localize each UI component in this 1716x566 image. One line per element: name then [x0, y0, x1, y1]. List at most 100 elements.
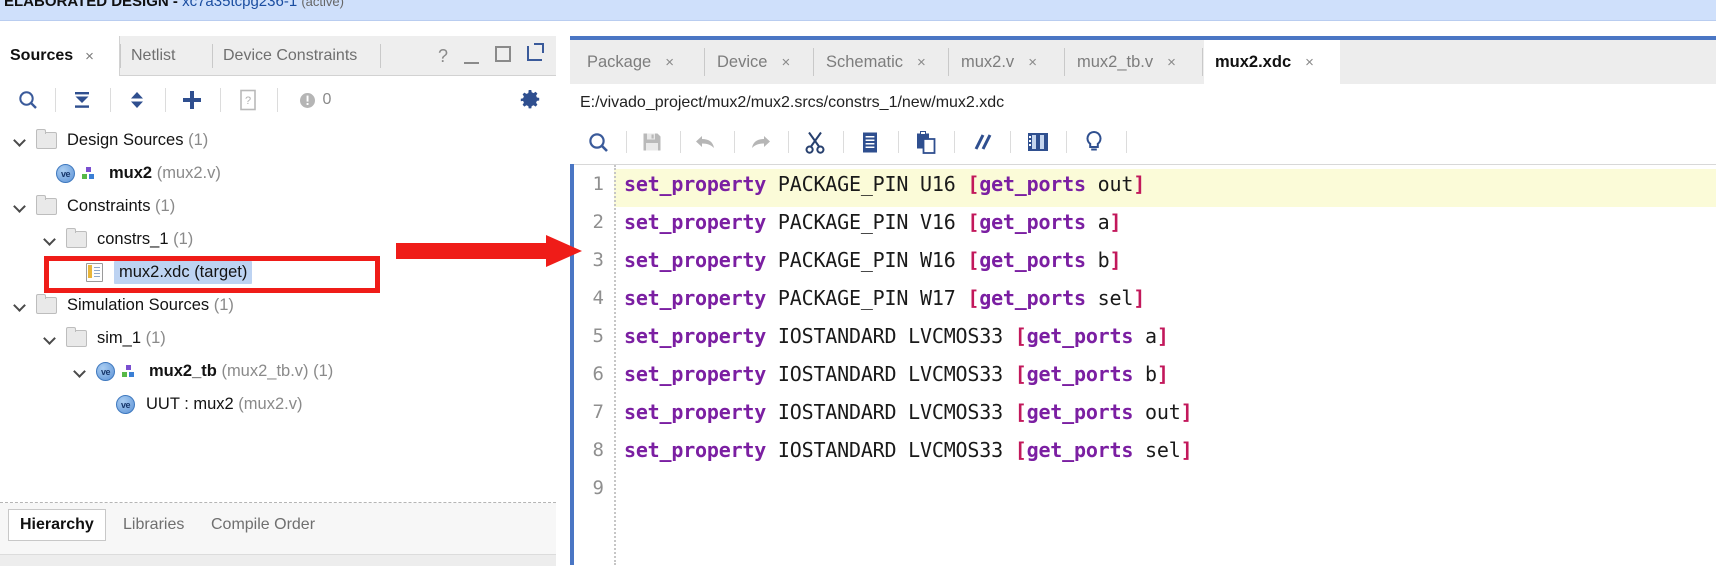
panel-splitter[interactable] — [556, 36, 570, 565]
copy-icon[interactable] — [850, 120, 890, 164]
close-icon[interactable]: × — [917, 54, 926, 71]
sources-tree[interactable]: Design Sources (1) ve mux2 (mux2.v) Cons… — [0, 124, 556, 504]
chevron-down-icon[interactable] — [44, 234, 56, 246]
tree-row-uut[interactable]: ve UUT : mux2 (mux2.v) — [0, 388, 556, 421]
close-icon[interactable]: × — [1305, 54, 1314, 71]
tab-libraries[interactable]: Libraries — [112, 509, 195, 541]
annotation-arrow — [396, 232, 584, 272]
tree-label: mux2_tb (mux2_tb.v) (1) — [149, 362, 334, 380]
sources-bottom-tabs: Hierarchy Libraries Compile Order — [0, 503, 556, 566]
code-line[interactable]: set_property IOSTANDARD LVCMOS33 [get_po… — [624, 324, 1169, 348]
chevron-down-icon[interactable] — [14, 201, 26, 213]
tab-compile-order[interactable]: Compile Order — [200, 509, 326, 541]
tree-label: mux2 (mux2.v) — [109, 164, 221, 182]
comment-icon[interactable] — [962, 120, 1002, 164]
folder-icon — [36, 129, 57, 149]
code-line[interactable]: set_property PACKAGE_PIN W17 [get_ports … — [624, 286, 1145, 310]
tab-mux2-v[interactable]: mux2.v × — [950, 40, 1048, 84]
tab-mux2-xdc-label: mux2.xdc — [1215, 52, 1292, 71]
elaborated-design-banner: ELABORATED DESIGN - xc7a35tcpg236-1 (act… — [0, 0, 1716, 21]
cut-icon[interactable] — [795, 120, 835, 164]
tree-label: Constraints (1) — [67, 197, 176, 215]
tree-row-mux2-tb[interactable]: ve mux2_tb (mux2_tb.v) (1) — [0, 355, 556, 388]
settings-gear-icon[interactable] — [512, 76, 548, 124]
folder-icon — [66, 327, 87, 347]
banner-title: ELABORATED DESIGN — [4, 0, 169, 10]
tab-schematic-label: Schematic — [826, 52, 904, 71]
maximize-icon[interactable] — [495, 45, 511, 67]
tab-netlist-label: Netlist — [131, 47, 176, 64]
chevron-down-icon[interactable] — [14, 135, 26, 147]
tab-hierarchy[interactable]: Hierarchy — [8, 509, 106, 541]
code-line[interactable]: set_property PACKAGE_PIN V16 [get_ports … — [624, 210, 1122, 234]
code-line[interactable]: set_property IOSTANDARD LVCMOS33 [get_po… — [624, 400, 1193, 424]
code-line[interactable]: set_property PACKAGE_PIN W16 [get_ports … — [624, 248, 1122, 272]
tab-device-constraints[interactable]: Device Constraints — [213, 36, 367, 76]
save-icon[interactable] — [632, 120, 672, 164]
editor-toolbar — [570, 120, 1716, 164]
line-number: 2 — [592, 211, 604, 233]
tab-sources-label: Sources — [10, 47, 74, 64]
module-hierarchy-icon — [82, 167, 96, 180]
banner-dash: - — [168, 0, 183, 10]
folder-icon — [36, 294, 57, 314]
tab-sources[interactable]: Sources × — [0, 36, 120, 76]
folder-icon — [66, 228, 87, 248]
tree-row-design-sources[interactable]: Design Sources (1) — [0, 124, 556, 157]
module-hierarchy-icon — [122, 365, 136, 378]
help-icon[interactable]: ? — [438, 46, 448, 67]
close-icon[interactable]: × — [665, 54, 674, 71]
code-line[interactable]: set_property PACKAGE_PIN U16 [get_ports … — [624, 172, 1145, 196]
minimize-icon[interactable] — [464, 47, 479, 65]
tab-device[interactable]: Device × — [706, 40, 801, 84]
code-line[interactable]: set_property IOSTANDARD LVCMOS33 [get_po… — [624, 362, 1169, 386]
float-icon[interactable] — [527, 43, 544, 66]
line-number: 8 — [592, 439, 604, 461]
svg-text:?: ? — [245, 95, 251, 107]
bulb-icon[interactable] — [1074, 120, 1114, 164]
tree-label: constrs_1 (1) — [97, 230, 194, 248]
close-icon[interactable]: × — [85, 48, 94, 65]
chevron-down-icon[interactable] — [74, 366, 86, 378]
collapse-all-icon[interactable] — [62, 76, 102, 124]
tab-mux2-xdc[interactable]: mux2.xdc × — [1204, 40, 1340, 84]
close-icon[interactable]: × — [1167, 54, 1176, 71]
redo-icon[interactable] — [740, 120, 780, 164]
code-line[interactable]: set_property IOSTANDARD LVCMOS33 [get_po… — [624, 438, 1193, 462]
tab-package[interactable]: Package × — [576, 40, 685, 84]
close-icon[interactable]: × — [1028, 54, 1037, 71]
editor-tabbar: Package × Device × Schematic × mux2.v × … — [570, 40, 1716, 84]
expand-collapse-icon[interactable] — [117, 76, 157, 124]
tree-row-simulation-sources[interactable]: Simulation Sources (1) — [0, 289, 556, 322]
message-count-icon[interactable]: 0 — [286, 76, 344, 124]
tab-netlist[interactable]: Netlist — [121, 36, 185, 76]
tree-label: UUT : mux2 (mux2.v) — [146, 395, 303, 413]
close-icon[interactable]: × — [781, 54, 790, 71]
line-number: 9 — [592, 477, 604, 499]
tree-row-sim-1[interactable]: sim_1 (1) — [0, 322, 556, 355]
tab-mux2-tb-v-label: mux2_tb.v — [1077, 52, 1154, 71]
search-icon[interactable] — [8, 76, 48, 124]
tab-compile-order-label: Compile Order — [211, 516, 316, 533]
unknown-file-icon[interactable]: ? — [228, 76, 268, 124]
code-editor[interactable]: 1 2 3 4 5 6 7 8 9 set_property PACKAGE_P… — [574, 165, 1716, 565]
indent-icon[interactable] — [1018, 120, 1058, 164]
paste-icon[interactable] — [906, 120, 946, 164]
tree-row-constraints[interactable]: Constraints (1) — [0, 190, 556, 223]
line-number: 6 — [592, 363, 604, 385]
tree-row-mux2[interactable]: ve mux2 (mux2.v) — [0, 157, 556, 190]
tab-device-label: Device — [717, 52, 768, 71]
verilog-instance-icon: ve — [116, 395, 135, 414]
editor-panel: Package × Device × Schematic × mux2.v × … — [570, 36, 1716, 565]
add-sources-icon[interactable] — [172, 76, 212, 124]
vivado-window: ELABORATED DESIGN - xc7a35tcpg236-1 (act… — [0, 0, 1716, 566]
chevron-down-icon[interactable] — [14, 300, 26, 312]
tab-device-constraints-label: Device Constraints — [223, 47, 358, 64]
chevron-down-icon[interactable] — [44, 333, 56, 345]
tab-schematic[interactable]: Schematic × — [815, 40, 937, 84]
find-icon[interactable] — [578, 120, 618, 164]
verilog-file-icon: ve — [96, 362, 115, 381]
file-path-label: E:/vivado_project/mux2/mux2.srcs/constrs… — [580, 94, 1005, 111]
undo-icon[interactable] — [686, 120, 726, 164]
tab-mux2-tb-v[interactable]: mux2_tb.v × — [1066, 40, 1187, 84]
